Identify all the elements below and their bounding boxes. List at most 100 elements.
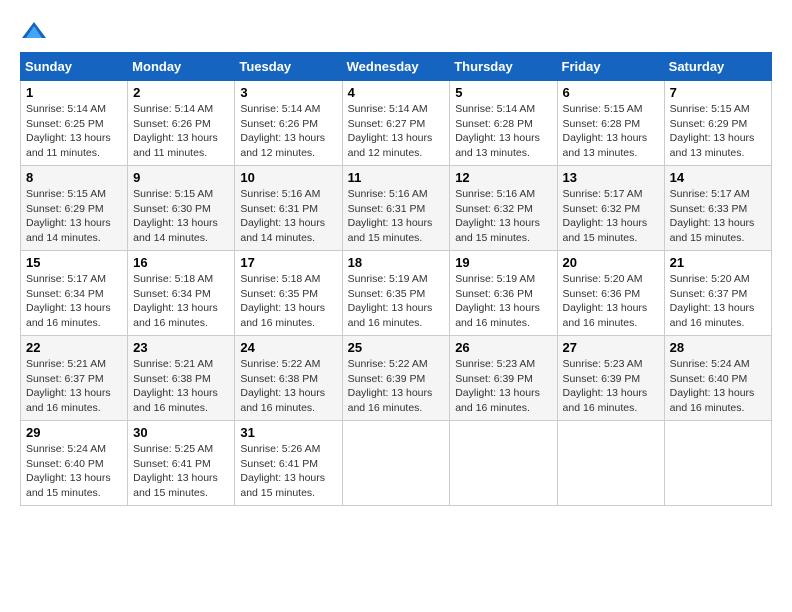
week-row-3: 15 Sunrise: 5:17 AMSunset: 6:34 PMDaylig…	[21, 251, 772, 336]
logo-icon	[20, 20, 48, 42]
calendar-cell: 14 Sunrise: 5:17 AMSunset: 6:33 PMDaylig…	[664, 166, 771, 251]
calendar-cell: 7 Sunrise: 5:15 AMSunset: 6:29 PMDayligh…	[664, 81, 771, 166]
day-detail: Sunrise: 5:20 AMSunset: 6:37 PMDaylight:…	[670, 273, 755, 329]
day-detail: Sunrise: 5:21 AMSunset: 6:37 PMDaylight:…	[26, 358, 111, 414]
day-detail: Sunrise: 5:18 AMSunset: 6:35 PMDaylight:…	[240, 273, 325, 329]
day-detail: Sunrise: 5:23 AMSunset: 6:39 PMDaylight:…	[455, 358, 540, 414]
day-number: 31	[240, 425, 336, 440]
week-row-1: 1 Sunrise: 5:14 AMSunset: 6:25 PMDayligh…	[21, 81, 772, 166]
day-number: 15	[26, 255, 122, 270]
day-number: 3	[240, 85, 336, 100]
calendar-cell: 10 Sunrise: 5:16 AMSunset: 6:31 PMDaylig…	[235, 166, 342, 251]
calendar-cell: 20 Sunrise: 5:20 AMSunset: 6:36 PMDaylig…	[557, 251, 664, 336]
day-detail: Sunrise: 5:24 AMSunset: 6:40 PMDaylight:…	[670, 358, 755, 414]
day-detail: Sunrise: 5:16 AMSunset: 6:32 PMDaylight:…	[455, 188, 540, 244]
calendar-cell: 1 Sunrise: 5:14 AMSunset: 6:25 PMDayligh…	[21, 81, 128, 166]
day-number: 12	[455, 170, 551, 185]
day-number: 19	[455, 255, 551, 270]
day-detail: Sunrise: 5:24 AMSunset: 6:40 PMDaylight:…	[26, 443, 111, 499]
calendar-cell: 5 Sunrise: 5:14 AMSunset: 6:28 PMDayligh…	[450, 81, 557, 166]
calendar-cell: 18 Sunrise: 5:19 AMSunset: 6:35 PMDaylig…	[342, 251, 450, 336]
calendar-cell	[450, 421, 557, 506]
calendar-cell: 27 Sunrise: 5:23 AMSunset: 6:39 PMDaylig…	[557, 336, 664, 421]
calendar-header-row: SundayMondayTuesdayWednesdayThursdayFrid…	[21, 53, 772, 81]
day-detail: Sunrise: 5:17 AMSunset: 6:33 PMDaylight:…	[670, 188, 755, 244]
day-detail: Sunrise: 5:15 AMSunset: 6:29 PMDaylight:…	[670, 103, 755, 159]
calendar-cell: 31 Sunrise: 5:26 AMSunset: 6:41 PMDaylig…	[235, 421, 342, 506]
day-number: 13	[563, 170, 659, 185]
day-number: 5	[455, 85, 551, 100]
header	[20, 20, 772, 42]
day-detail: Sunrise: 5:25 AMSunset: 6:41 PMDaylight:…	[133, 443, 218, 499]
day-detail: Sunrise: 5:14 AMSunset: 6:25 PMDaylight:…	[26, 103, 111, 159]
calendar-cell: 16 Sunrise: 5:18 AMSunset: 6:34 PMDaylig…	[128, 251, 235, 336]
day-number: 14	[670, 170, 766, 185]
column-header-monday: Monday	[128, 53, 235, 81]
calendar-cell: 8 Sunrise: 5:15 AMSunset: 6:29 PMDayligh…	[21, 166, 128, 251]
day-detail: Sunrise: 5:19 AMSunset: 6:36 PMDaylight:…	[455, 273, 540, 329]
column-header-wednesday: Wednesday	[342, 53, 450, 81]
day-detail: Sunrise: 5:17 AMSunset: 6:32 PMDaylight:…	[563, 188, 648, 244]
calendar-cell: 30 Sunrise: 5:25 AMSunset: 6:41 PMDaylig…	[128, 421, 235, 506]
calendar-cell: 2 Sunrise: 5:14 AMSunset: 6:26 PMDayligh…	[128, 81, 235, 166]
calendar-cell: 11 Sunrise: 5:16 AMSunset: 6:31 PMDaylig…	[342, 166, 450, 251]
day-number: 10	[240, 170, 336, 185]
calendar-cell: 12 Sunrise: 5:16 AMSunset: 6:32 PMDaylig…	[450, 166, 557, 251]
column-header-friday: Friday	[557, 53, 664, 81]
day-detail: Sunrise: 5:14 AMSunset: 6:26 PMDaylight:…	[133, 103, 218, 159]
day-detail: Sunrise: 5:14 AMSunset: 6:27 PMDaylight:…	[348, 103, 433, 159]
day-number: 18	[348, 255, 445, 270]
column-header-sunday: Sunday	[21, 53, 128, 81]
day-number: 17	[240, 255, 336, 270]
calendar-cell: 15 Sunrise: 5:17 AMSunset: 6:34 PMDaylig…	[21, 251, 128, 336]
day-detail: Sunrise: 5:20 AMSunset: 6:36 PMDaylight:…	[563, 273, 648, 329]
day-detail: Sunrise: 5:14 AMSunset: 6:26 PMDaylight:…	[240, 103, 325, 159]
column-header-tuesday: Tuesday	[235, 53, 342, 81]
day-detail: Sunrise: 5:23 AMSunset: 6:39 PMDaylight:…	[563, 358, 648, 414]
day-detail: Sunrise: 5:15 AMSunset: 6:30 PMDaylight:…	[133, 188, 218, 244]
column-header-saturday: Saturday	[664, 53, 771, 81]
day-number: 7	[670, 85, 766, 100]
calendar-cell: 6 Sunrise: 5:15 AMSunset: 6:28 PMDayligh…	[557, 81, 664, 166]
day-detail: Sunrise: 5:19 AMSunset: 6:35 PMDaylight:…	[348, 273, 433, 329]
calendar-cell: 21 Sunrise: 5:20 AMSunset: 6:37 PMDaylig…	[664, 251, 771, 336]
day-number: 26	[455, 340, 551, 355]
calendar-table: SundayMondayTuesdayWednesdayThursdayFrid…	[20, 52, 772, 506]
calendar-cell: 3 Sunrise: 5:14 AMSunset: 6:26 PMDayligh…	[235, 81, 342, 166]
day-detail: Sunrise: 5:15 AMSunset: 6:29 PMDaylight:…	[26, 188, 111, 244]
calendar-cell: 26 Sunrise: 5:23 AMSunset: 6:39 PMDaylig…	[450, 336, 557, 421]
calendar-cell: 28 Sunrise: 5:24 AMSunset: 6:40 PMDaylig…	[664, 336, 771, 421]
day-number: 25	[348, 340, 445, 355]
day-detail: Sunrise: 5:17 AMSunset: 6:34 PMDaylight:…	[26, 273, 111, 329]
day-number: 8	[26, 170, 122, 185]
day-number: 11	[348, 170, 445, 185]
day-number: 24	[240, 340, 336, 355]
calendar-cell: 13 Sunrise: 5:17 AMSunset: 6:32 PMDaylig…	[557, 166, 664, 251]
calendar-cell	[342, 421, 450, 506]
day-number: 20	[563, 255, 659, 270]
day-number: 29	[26, 425, 122, 440]
day-number: 30	[133, 425, 229, 440]
week-row-2: 8 Sunrise: 5:15 AMSunset: 6:29 PMDayligh…	[21, 166, 772, 251]
day-detail: Sunrise: 5:14 AMSunset: 6:28 PMDaylight:…	[455, 103, 540, 159]
day-detail: Sunrise: 5:22 AMSunset: 6:39 PMDaylight:…	[348, 358, 433, 414]
calendar-cell: 23 Sunrise: 5:21 AMSunset: 6:38 PMDaylig…	[128, 336, 235, 421]
calendar-cell: 9 Sunrise: 5:15 AMSunset: 6:30 PMDayligh…	[128, 166, 235, 251]
day-number: 9	[133, 170, 229, 185]
day-detail: Sunrise: 5:18 AMSunset: 6:34 PMDaylight:…	[133, 273, 218, 329]
calendar-cell: 4 Sunrise: 5:14 AMSunset: 6:27 PMDayligh…	[342, 81, 450, 166]
day-detail: Sunrise: 5:22 AMSunset: 6:38 PMDaylight:…	[240, 358, 325, 414]
day-number: 16	[133, 255, 229, 270]
day-number: 23	[133, 340, 229, 355]
day-detail: Sunrise: 5:15 AMSunset: 6:28 PMDaylight:…	[563, 103, 648, 159]
day-number: 2	[133, 85, 229, 100]
calendar-cell	[664, 421, 771, 506]
calendar-cell: 17 Sunrise: 5:18 AMSunset: 6:35 PMDaylig…	[235, 251, 342, 336]
calendar-cell: 19 Sunrise: 5:19 AMSunset: 6:36 PMDaylig…	[450, 251, 557, 336]
column-header-thursday: Thursday	[450, 53, 557, 81]
logo	[20, 20, 52, 42]
day-number: 4	[348, 85, 445, 100]
day-number: 1	[26, 85, 122, 100]
day-detail: Sunrise: 5:26 AMSunset: 6:41 PMDaylight:…	[240, 443, 325, 499]
calendar-cell: 24 Sunrise: 5:22 AMSunset: 6:38 PMDaylig…	[235, 336, 342, 421]
